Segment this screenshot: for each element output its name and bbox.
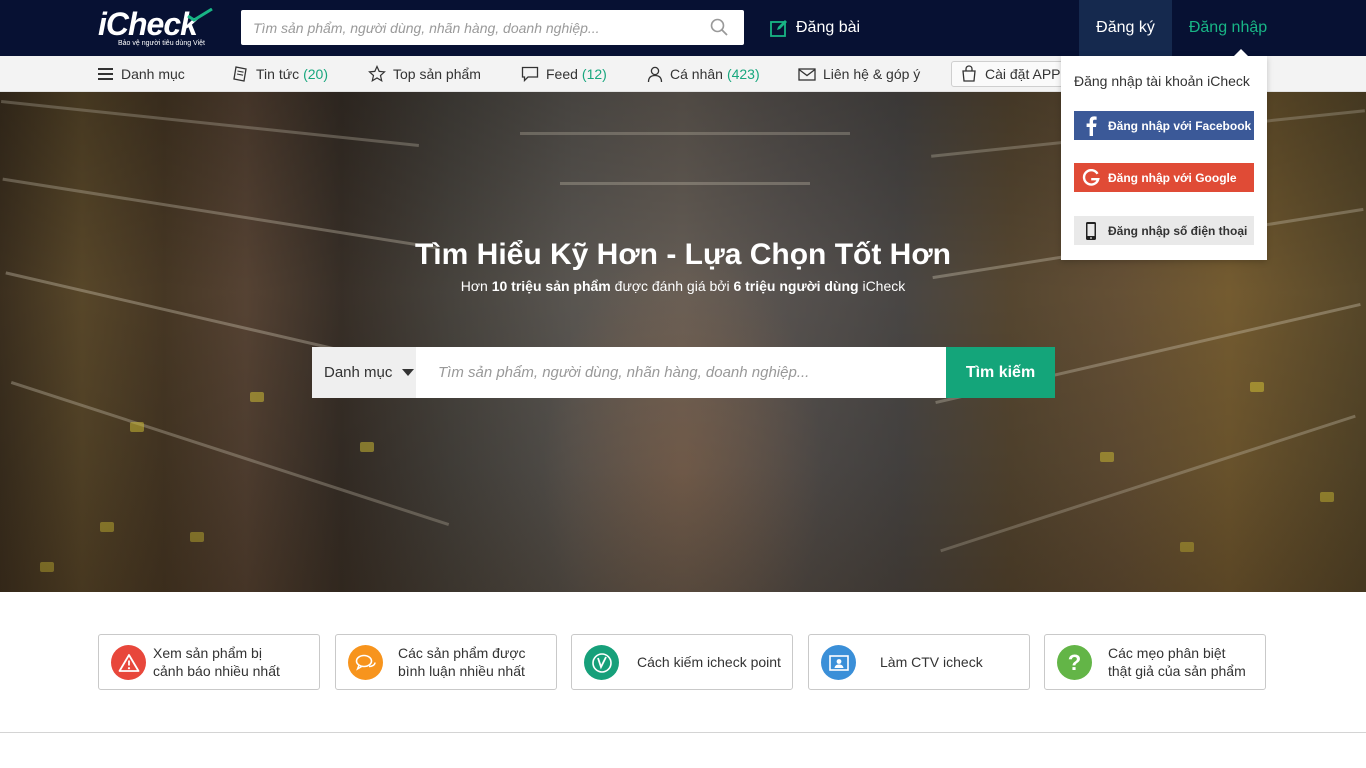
edit-icon xyxy=(770,20,787,37)
nav-item-top-products[interactable]: Top sản phẩm xyxy=(368,56,481,92)
card-line: Các mẹo phân biệt xyxy=(1108,645,1226,661)
point-icon xyxy=(584,645,619,680)
hero-search-input[interactable] xyxy=(416,347,946,398)
card-line: bình luận nhiều nhất xyxy=(398,663,525,679)
card-become-ctv[interactable]: Làm CTV icheck xyxy=(808,634,1030,690)
card-line: cảnh báo nhiều nhất xyxy=(153,663,280,679)
nav-top-label: Top sản phẩm xyxy=(393,66,481,82)
card-line: Làm CTV icheck xyxy=(880,654,983,670)
warning-icon xyxy=(111,645,146,680)
hero-subtitle: Hơn 10 triệu sản phẩm được đánh giá bởi … xyxy=(0,278,1366,294)
nav-item-feed[interactable]: Feed (12) xyxy=(521,56,607,92)
nav-personal-count: (423) xyxy=(726,66,760,82)
feature-cards: Xem sản phẩm bị cảnh báo nhiều nhất Các … xyxy=(98,634,1268,690)
post-button-label: Đăng bài xyxy=(796,19,861,36)
category-dropdown-label: Danh mục xyxy=(324,364,393,381)
header-search xyxy=(241,10,744,45)
hero-sub-part: được đánh giá bởi xyxy=(614,278,730,294)
star-icon xyxy=(368,65,386,83)
install-app-label: Cài đặt APP i xyxy=(985,66,1068,82)
hero-sub-part: iCheck xyxy=(862,278,906,294)
register-button[interactable]: Đăng ký xyxy=(1079,0,1172,56)
nav-item-contact[interactable]: Liên hệ & góp ý xyxy=(798,56,920,92)
facebook-icon xyxy=(1074,111,1108,140)
nav-item-news[interactable]: Tin tức (20) xyxy=(233,56,328,92)
login-dropdown-title: Đăng nhập tài khoản iCheck xyxy=(1074,73,1250,89)
nav-feed-label: Feed xyxy=(546,66,578,82)
login-phone-button[interactable]: Đăng nhập số điện thoại xyxy=(1074,216,1254,245)
comment-icon xyxy=(521,66,539,82)
nav-personal-label: Cá nhân xyxy=(670,66,723,82)
hamburger-icon xyxy=(98,68,113,80)
nav-news-count: (20) xyxy=(303,66,328,82)
nav-item-menu[interactable]: Danh mục xyxy=(98,56,185,92)
card-text: Xem sản phẩm bị cảnh báo nhiều nhất xyxy=(153,635,315,689)
app-store-icon xyxy=(962,65,976,82)
search-icon[interactable] xyxy=(710,18,728,36)
card-earn-points[interactable]: Cách kiếm icheck point xyxy=(571,634,793,690)
card-warned-products[interactable]: Xem sản phẩm bị cảnh báo nhiều nhất xyxy=(98,634,320,690)
nav-contact-label: Liên hệ & góp ý xyxy=(823,66,921,82)
login-google-button[interactable]: Đăng nhập với Google xyxy=(1074,163,1254,192)
login-phone-label: Đăng nhập số điện thoại xyxy=(1108,223,1248,238)
nav-menu-label: Danh mục xyxy=(121,66,185,82)
card-text: Làm CTV icheck xyxy=(880,635,1042,689)
card-most-commented[interactable]: Các sản phẩm được bình luận nhiều nhất xyxy=(335,634,557,690)
section-divider xyxy=(0,732,1366,733)
hero-sub-part: Hơn xyxy=(460,278,488,294)
id-card-icon xyxy=(821,645,856,680)
user-icon xyxy=(647,66,663,82)
category-dropdown[interactable]: Danh mục xyxy=(312,347,416,398)
logo-check-mark xyxy=(187,8,213,22)
login-button[interactable]: Đăng nhập xyxy=(1172,0,1284,56)
mail-icon xyxy=(798,67,816,81)
chat-icon xyxy=(348,645,383,680)
caret-down-icon xyxy=(402,369,415,376)
post-button[interactable]: Đăng bài xyxy=(770,17,860,39)
card-line: thật giả của sản phẩm xyxy=(1108,663,1246,679)
register-label: Đăng ký xyxy=(1096,19,1155,36)
top-bar: iCheck Bảo vệ người tiêu dùng Việt Đăng … xyxy=(0,0,1366,56)
hero-search-button[interactable]: Tìm kiếm xyxy=(946,347,1055,398)
nav-feed-count: (12) xyxy=(581,66,607,82)
hero-sub-products-count: 10 triệu sản phẩm xyxy=(491,278,611,294)
icheck-logo[interactable]: iCheck Bảo vệ người tiêu dùng Việt xyxy=(98,6,218,52)
login-label: Đăng nhập xyxy=(1188,19,1268,36)
hero-search-bar: Danh mục Tìm kiếm xyxy=(312,347,1055,398)
hero-sub-users-count: 6 triệu người dùng xyxy=(733,278,859,294)
nav-news-label: Tin tức xyxy=(256,66,300,82)
google-icon xyxy=(1074,163,1108,192)
card-text: Cách kiếm icheck point xyxy=(637,635,799,689)
news-icon xyxy=(233,66,247,82)
login-google-label: Đăng nhập với Google xyxy=(1108,170,1237,185)
card-fake-tips[interactable]: ? Các mẹo phân biệt thật giả của sản phẩ… xyxy=(1044,634,1266,690)
card-line: Xem sản phẩm bị xyxy=(153,645,262,661)
login-dropdown: Đăng nhập tài khoản iCheck Đăng nhập với… xyxy=(1061,49,1267,260)
card-line: Các sản phẩm được xyxy=(398,645,526,661)
card-text: Các sản phẩm được bình luận nhiều nhất xyxy=(398,635,560,689)
header-search-input[interactable] xyxy=(241,10,701,45)
question-icon: ? xyxy=(1057,645,1092,680)
card-line: Cách kiếm icheck point xyxy=(637,654,781,670)
logo-text: iCheck xyxy=(98,6,198,42)
nav-item-personal[interactable]: Cá nhân (423) xyxy=(647,56,760,92)
dropdown-caret xyxy=(1234,49,1248,56)
card-text: Các mẹo phân biệt thật giả của sản phẩm xyxy=(1108,635,1270,689)
login-facebook-button[interactable]: Đăng nhập với Facebook xyxy=(1074,111,1254,140)
phone-icon xyxy=(1074,216,1108,245)
login-facebook-label: Đăng nhập với Facebook xyxy=(1108,118,1252,133)
logo-tagline: Bảo vệ người tiêu dùng Việt xyxy=(118,40,205,47)
